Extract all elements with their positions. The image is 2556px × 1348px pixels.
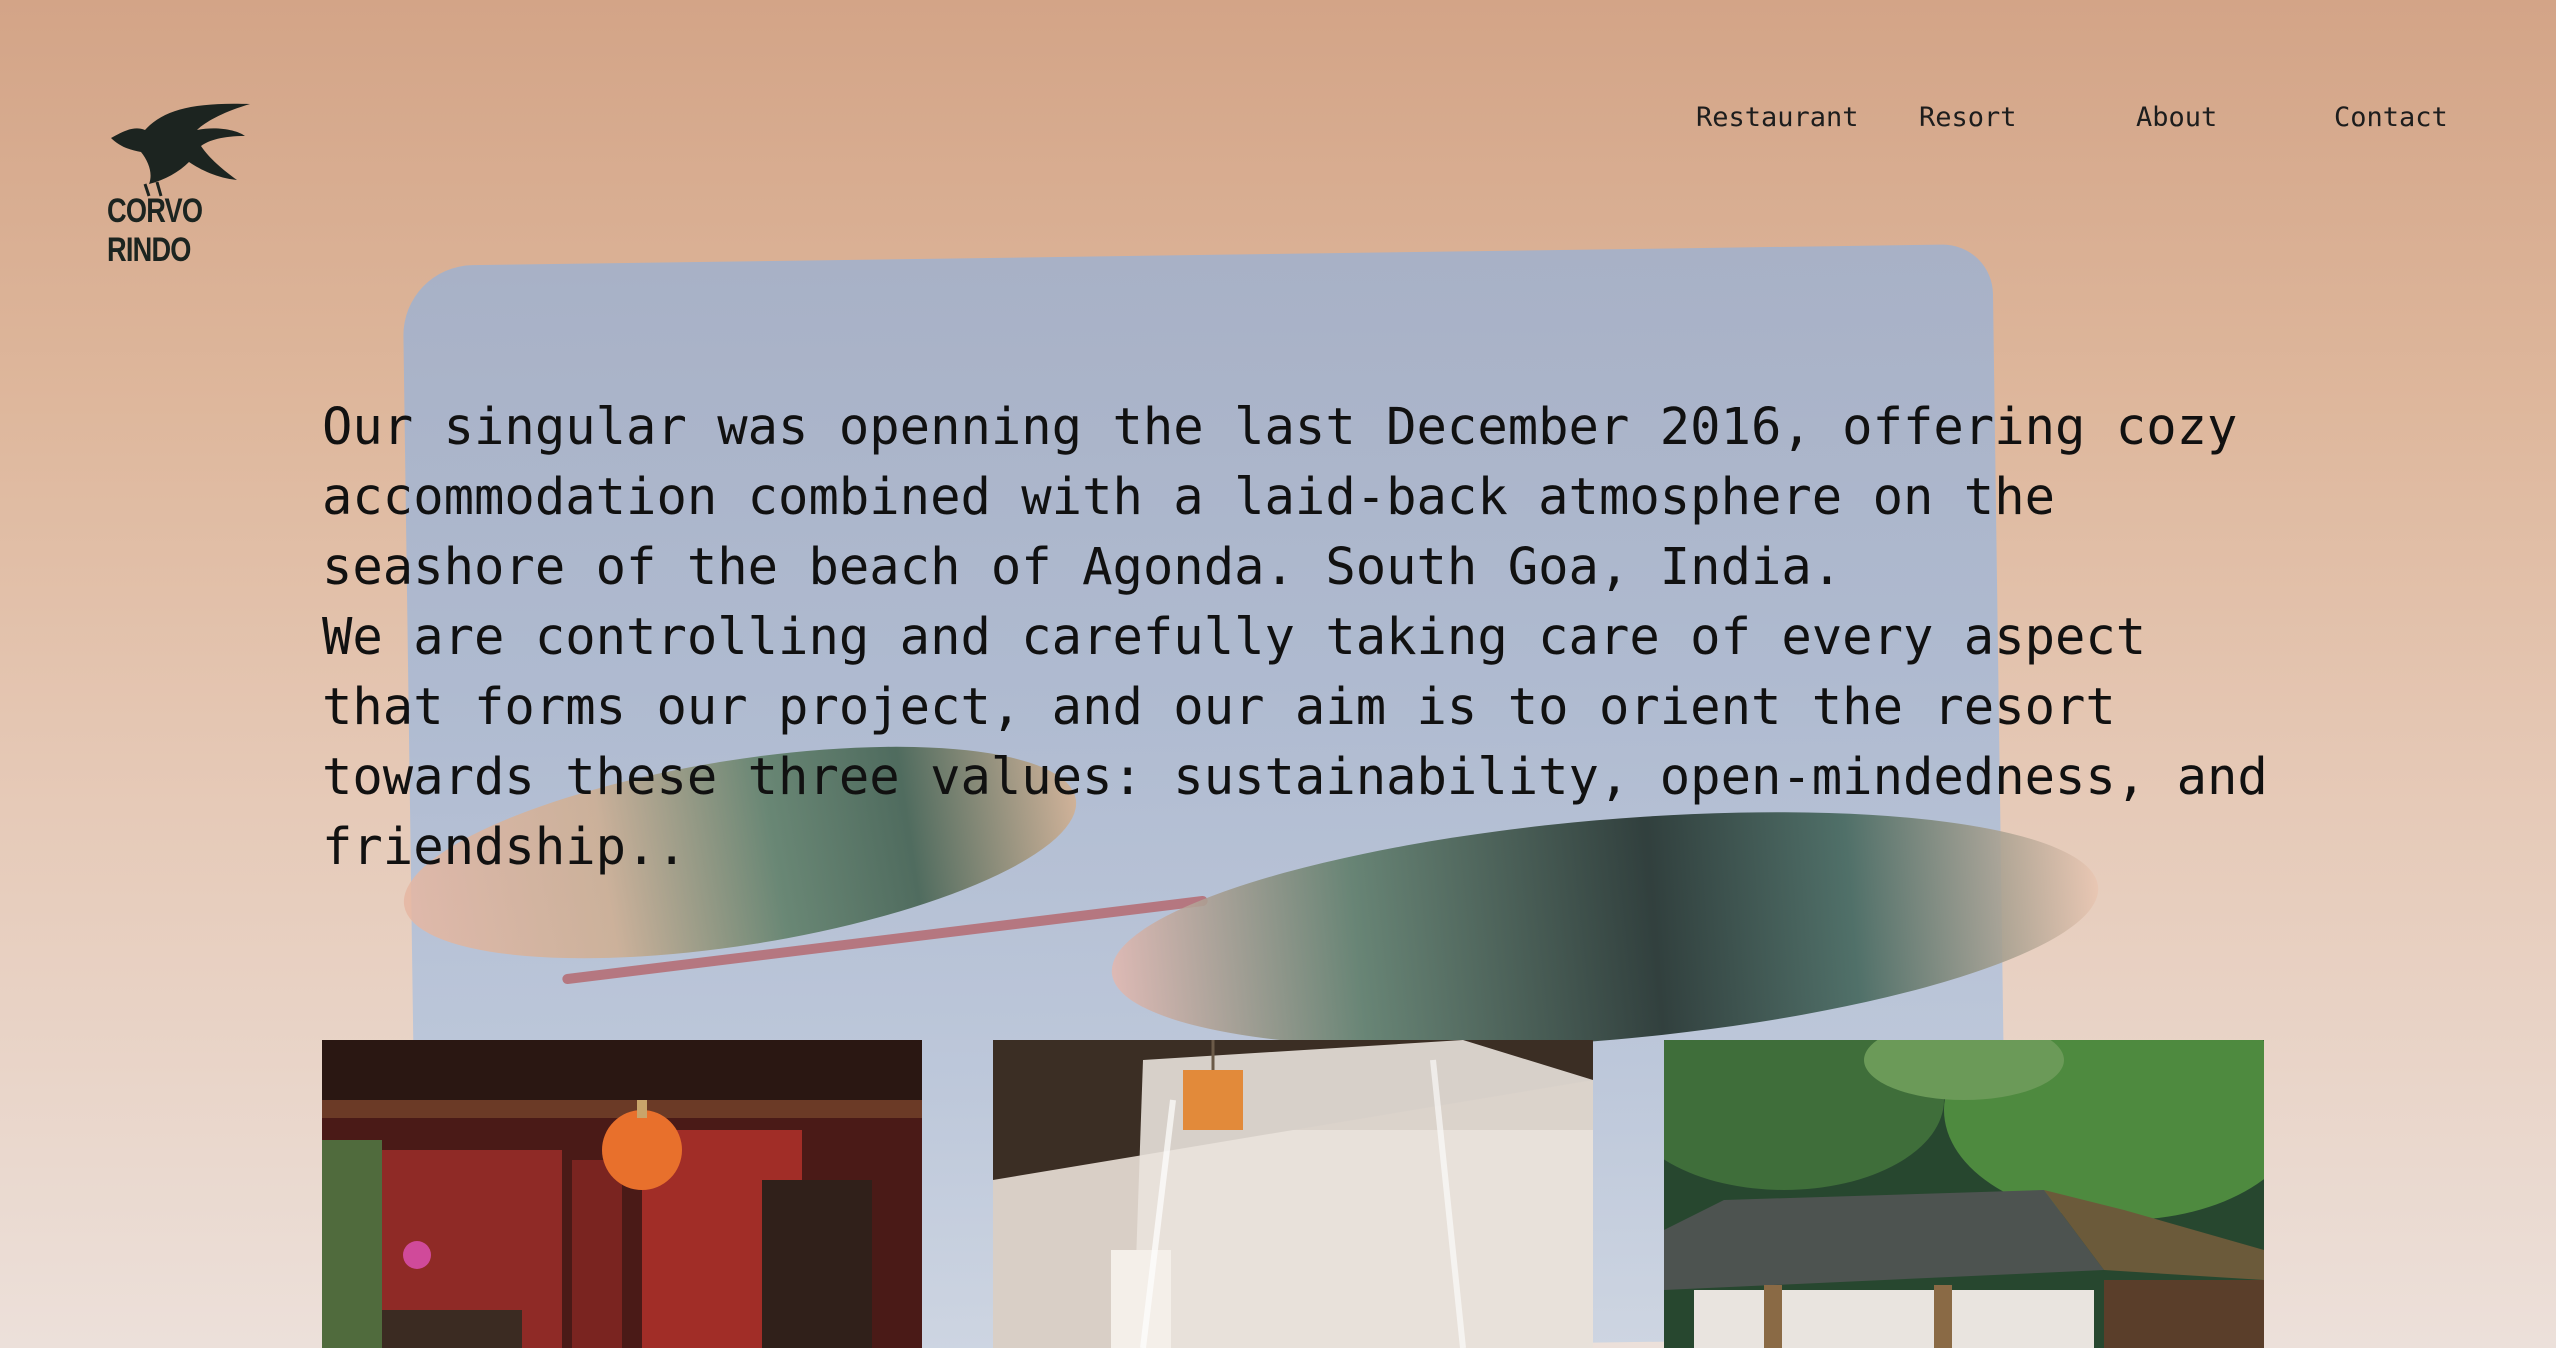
nav-link-contact[interactable]: Contact: [2334, 102, 2448, 133]
restaurant-interior-photo: [322, 1040, 922, 1348]
gallery-image-beach-hut[interactable]: [1664, 1040, 2264, 1348]
crow-icon: [111, 103, 250, 197]
brand-logo[interactable]: CORVO RINDO: [105, 100, 255, 269]
intro-text: Our singular was openning the last Decem…: [322, 392, 2282, 882]
gallery-image-bedroom[interactable]: [993, 1040, 1593, 1348]
nav-link-resort[interactable]: Resort: [1919, 102, 2017, 133]
nav-link-about[interactable]: About: [2136, 102, 2217, 133]
mosquito-net-bedroom-photo: [993, 1040, 1593, 1348]
beach-hut-palms-photo: [1664, 1040, 2264, 1348]
brand-name: CORVO RINDO: [107, 192, 203, 269]
nav-link-restaurant[interactable]: Restaurant: [1696, 102, 1859, 133]
intro-paragraph-1: Our singular was openning the last Decem…: [322, 397, 2238, 596]
intro-paragraph-2: We are controlling and carefully taking …: [322, 607, 2268, 876]
gallery-image-restaurant[interactable]: [322, 1040, 922, 1348]
photo-gallery: [322, 1040, 2264, 1348]
